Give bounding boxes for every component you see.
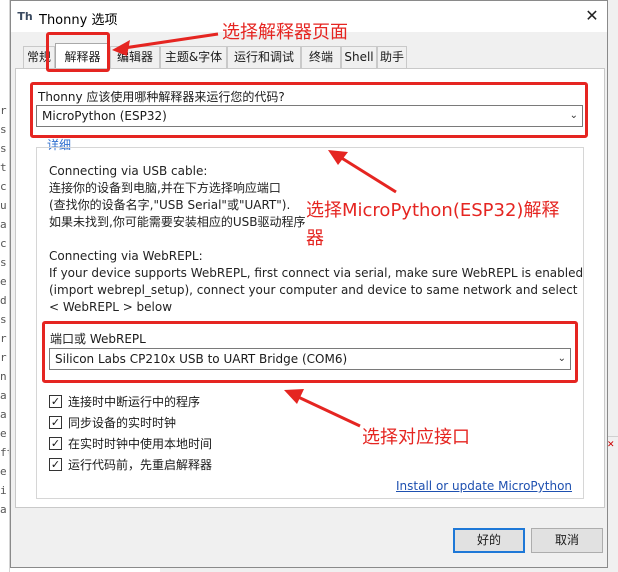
annotation-arrows bbox=[112, 32, 397, 428]
arrow-to-interpreter-select bbox=[339, 155, 397, 194]
arrow-to-interpreter-tab bbox=[123, 32, 219, 50]
annotation-interpreter-text-cont: 器 bbox=[306, 228, 324, 249]
arrow-to-port-select bbox=[295, 394, 361, 428]
annotation-tab-text: 选择解释器页面 bbox=[222, 22, 348, 43]
arrow-head bbox=[112, 40, 130, 56]
arrow-head bbox=[328, 150, 348, 165]
annotation-interpreter-text: 选择MicroPython(ESP32)解释 bbox=[306, 200, 560, 221]
annotation-port-text: 选择对应接口 bbox=[362, 427, 470, 448]
arrow-head bbox=[284, 389, 304, 404]
